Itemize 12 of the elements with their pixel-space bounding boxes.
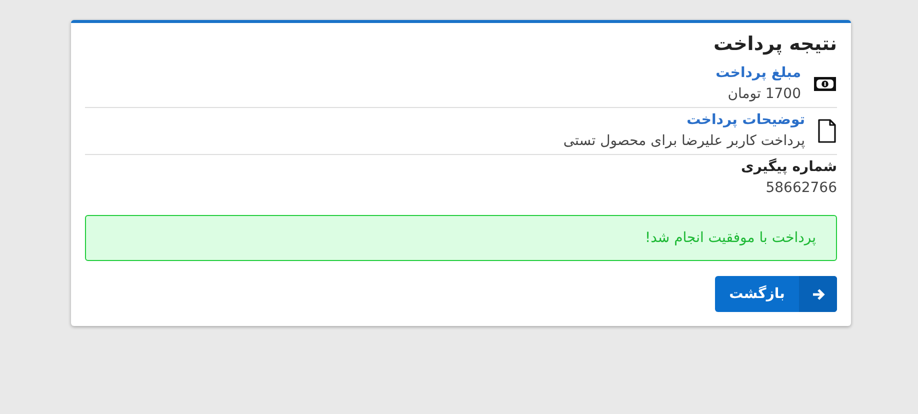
banknote-icon — [813, 76, 837, 92]
card-title: نتیجه پرداخت — [712, 33, 837, 55]
back-button[interactable]: بازگشت — [715, 276, 837, 312]
document-icon — [817, 118, 837, 142]
field-value: 1700 تومان — [726, 86, 801, 102]
success-alert: پرداخت با موفقیت انجام شد! — [85, 215, 837, 261]
field-value: 58662766 — [764, 180, 837, 196]
field-label: توضیحات پرداخت — [686, 112, 805, 128]
arrow-icon — [812, 288, 824, 300]
field-label: مبلغ پرداخت — [716, 65, 801, 81]
field-value: پرداخت کاربر علیرضا برای محصول تستی — [563, 133, 805, 149]
field-label: شماره پیگیری — [741, 159, 837, 175]
